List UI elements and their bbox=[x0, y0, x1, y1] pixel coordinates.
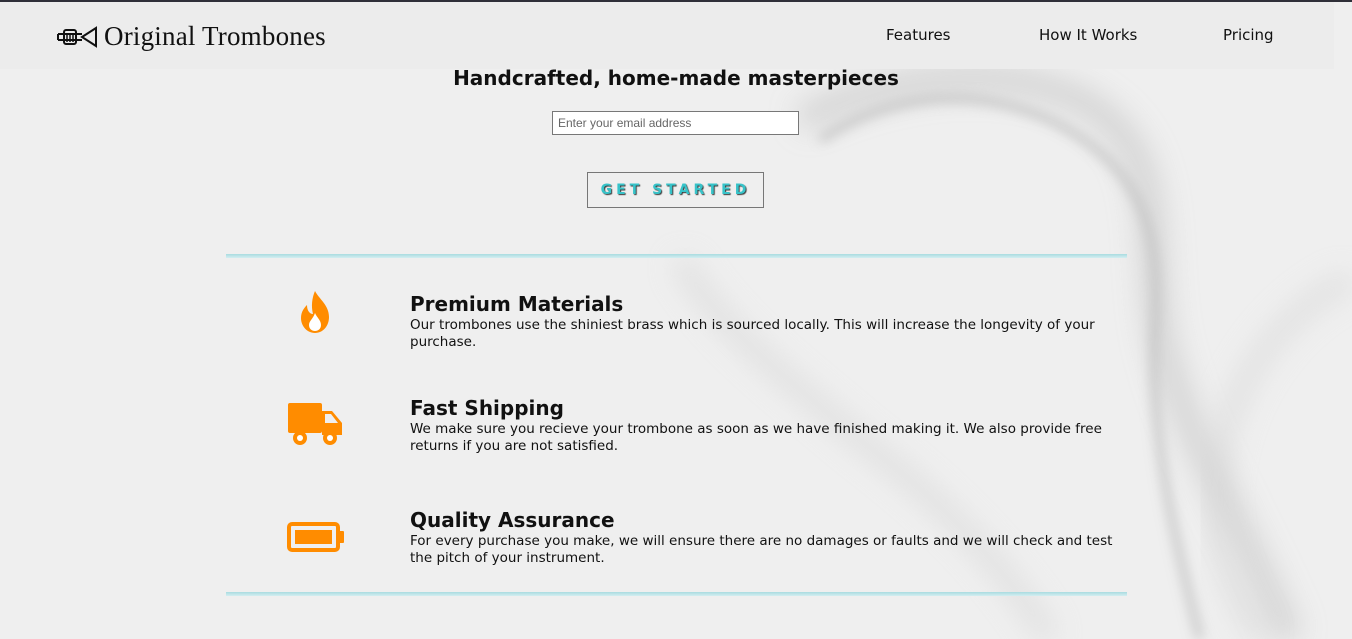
site-header: Original Trombones Features How It Works… bbox=[0, 2, 1334, 69]
feature-title-fast-shipping: Fast Shipping bbox=[410, 396, 564, 420]
feature-title-quality-assurance: Quality Assurance bbox=[410, 508, 615, 532]
nav-link-pricing[interactable]: Pricing bbox=[1223, 26, 1274, 44]
logo-text: Original Trombones bbox=[104, 20, 326, 51]
fire-icon bbox=[301, 291, 329, 333]
feature-title-premium-materials: Premium Materials bbox=[410, 292, 624, 316]
divider-bottom bbox=[226, 592, 1127, 596]
get-started-button[interactable]: GET STARTED bbox=[587, 172, 764, 208]
nav-link-how-it-works[interactable]: How It Works bbox=[1039, 26, 1137, 44]
logo[interactable]: Original Trombones bbox=[56, 20, 326, 52]
email-input[interactable] bbox=[552, 111, 799, 135]
trombone-icon bbox=[57, 26, 97, 48]
feature-desc-quality-assurance: For every purchase you make, we will ens… bbox=[410, 533, 1113, 566]
nav-link-features[interactable]: Features bbox=[886, 26, 951, 44]
divider-top bbox=[226, 254, 1127, 258]
feature-desc-premium-materials: Our trombones use the shiniest brass whi… bbox=[410, 317, 1095, 350]
battery-icon bbox=[287, 522, 344, 552]
hero-title: Handcrafted, home-made masterpieces bbox=[453, 66, 899, 90]
truck-icon bbox=[288, 403, 342, 445]
feature-desc-fast-shipping: We make sure you recieve your trombone a… bbox=[410, 421, 1102, 454]
